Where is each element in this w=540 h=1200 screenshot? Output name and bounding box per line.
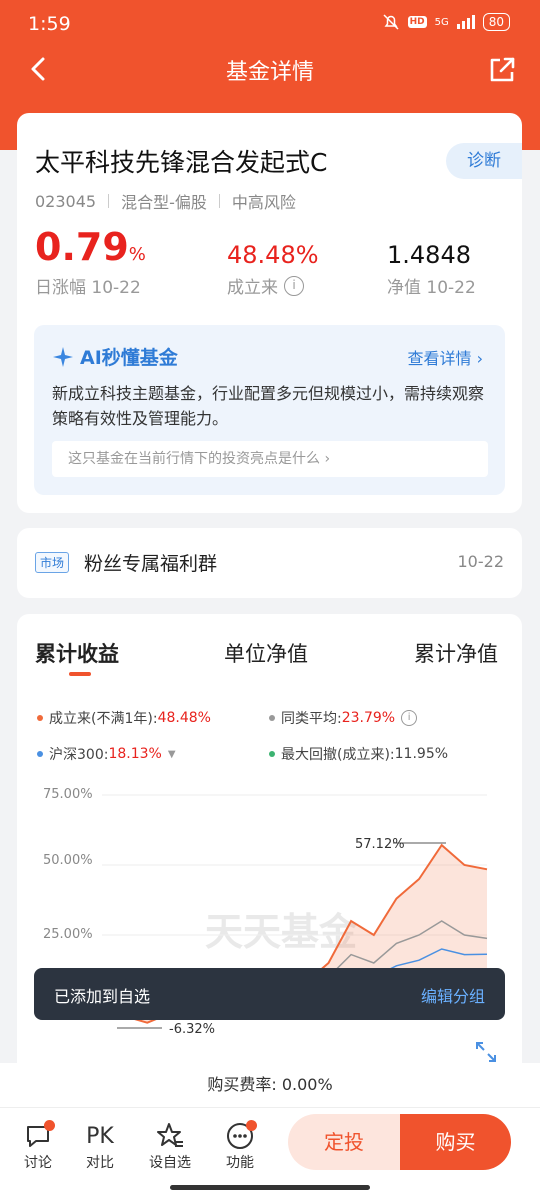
info-icon[interactable]: i bbox=[401, 710, 418, 726]
ai-detail-text: 查看详情 bbox=[407, 349, 472, 368]
market-tag: 市场 bbox=[35, 552, 70, 573]
tab-unit-nav[interactable]: 单位净值 bbox=[224, 638, 308, 668]
sip-button[interactable]: 定投 bbox=[288, 1114, 400, 1170]
legend-peer: 同类平均: 23.79% i bbox=[269, 708, 418, 728]
features-button[interactable]: 功能 bbox=[210, 1120, 270, 1172]
legend-dot bbox=[37, 751, 43, 757]
toast-text: 已添加到自选 bbox=[54, 987, 151, 1006]
notification-dot bbox=[44, 1120, 55, 1131]
nav-bar: 基金详情 bbox=[0, 50, 540, 90]
daily-change-unit: % bbox=[128, 244, 146, 265]
group-card[interactable]: 市场 粉丝专属福利群 10-22 bbox=[17, 528, 522, 598]
star-icon-wrap bbox=[140, 1120, 200, 1152]
return-chart[interactable]: 天天基金 57.12% -6.32% bbox=[17, 780, 522, 1063]
discuss-button[interactable]: 讨论 bbox=[8, 1120, 68, 1172]
sparkle-icon bbox=[53, 346, 73, 367]
ai-summary-box: AI秒懂基金 查看详情 › 新成立科技主题基金，行业配置多元但规模过小，需持续观… bbox=[34, 325, 505, 495]
tab-cumulative-nav[interactable]: 累计净值 bbox=[414, 638, 498, 668]
page-title: 基金详情 bbox=[225, 60, 314, 85]
chevron-right-icon: › bbox=[324, 451, 331, 467]
nav-value: 1.4848 bbox=[387, 241, 471, 269]
diagnose-button[interactable]: 诊断 bbox=[446, 143, 522, 179]
discuss-icon-wrap bbox=[8, 1120, 68, 1152]
status-icons: HD 5G 80 bbox=[382, 13, 510, 31]
legend-fund: 成立来(不满1年): 48.48% bbox=[37, 708, 211, 728]
status-time: 1:59 bbox=[28, 13, 71, 35]
home-indicator[interactable] bbox=[170, 1185, 370, 1190]
legend-peer-value: 23.79% bbox=[341, 710, 396, 726]
legend-peer-label: 同类平均: bbox=[281, 711, 342, 727]
fund-summary-card: 太平科技先锋混合发起式C 诊断 023045 混合型-偏股 中高风险 0.79%… bbox=[17, 113, 522, 513]
legend-index-value: 18.13% bbox=[108, 746, 162, 762]
group-title: 粉丝专属福利群 bbox=[84, 553, 218, 575]
discuss-label: 讨论 bbox=[24, 1155, 52, 1171]
min-annotation: -6.32% bbox=[169, 1022, 215, 1037]
buy-button[interactable]: 购买 bbox=[400, 1114, 511, 1170]
legend-fund-value: 48.48% bbox=[157, 710, 211, 726]
compare-label: 对比 bbox=[86, 1155, 114, 1171]
legend-index-label: 沪深300: bbox=[49, 747, 109, 763]
expand-icon[interactable] bbox=[474, 1040, 498, 1064]
fund-code: 023045 bbox=[35, 191, 97, 211]
star-icon bbox=[157, 1123, 183, 1147]
notification-dot bbox=[246, 1120, 257, 1131]
daily-change-label: 日涨幅 10-22 bbox=[35, 278, 141, 298]
ai-title: AI秒懂基金 bbox=[80, 347, 178, 369]
legend-dot bbox=[269, 715, 275, 721]
since-inception-label-row: 成立来 i bbox=[227, 273, 319, 298]
nav-stat: 1.4848 净值 10-22 bbox=[387, 241, 476, 298]
since-inception-value: 48.48% bbox=[227, 241, 319, 269]
more-icon-wrap bbox=[210, 1120, 270, 1152]
info-icon[interactable]: i bbox=[284, 275, 304, 296]
network-label: 5G bbox=[434, 16, 449, 28]
add-favorite-button[interactable]: 设自选 bbox=[140, 1120, 200, 1172]
nav-label: 净值 10-22 bbox=[387, 278, 476, 298]
legend-index[interactable]: 沪深300: 18.13% ▼ bbox=[37, 744, 176, 764]
fund-name: 太平科技先锋混合发起式C bbox=[35, 148, 328, 177]
ai-question-text: 这只基金在当前行情下的投资亮点是什么 bbox=[68, 451, 320, 467]
caret-down-icon: ▼ bbox=[167, 748, 176, 760]
pk-icon-text: PK bbox=[86, 1123, 114, 1149]
legend-dot bbox=[269, 751, 275, 757]
daily-change-stat: 0.79% 日涨幅 10-22 bbox=[35, 225, 146, 298]
group-date: 10-22 bbox=[457, 552, 505, 571]
edit-group-link[interactable]: 编辑分组 bbox=[421, 983, 485, 1007]
fund-risk: 中高风险 bbox=[231, 193, 296, 212]
purchase-fee: 购买费率: 0.00% bbox=[0, 1063, 540, 1107]
divider bbox=[108, 194, 110, 208]
toast: 已添加到自选 编辑分组 bbox=[34, 968, 505, 1020]
add-favorite-label: 设自选 bbox=[149, 1155, 191, 1171]
daily-change-number: 0.79 bbox=[35, 225, 129, 269]
share-icon[interactable] bbox=[486, 54, 518, 86]
hd-badge: HD bbox=[407, 16, 427, 28]
ai-detail-link[interactable]: 查看详情 › bbox=[407, 345, 483, 369]
tab-cumulative-return[interactable]: 累计收益 bbox=[35, 638, 119, 668]
legend-dot bbox=[37, 715, 43, 721]
legend-drawdown-label: 最大回撤(成立来): bbox=[281, 747, 395, 763]
signal-icon bbox=[456, 15, 475, 29]
fund-meta: 023045 混合型-偏股 中高风险 bbox=[35, 189, 296, 213]
mute-bell-icon bbox=[383, 14, 399, 30]
ai-title-row: AI秒懂基金 bbox=[52, 343, 178, 370]
legend-drawdown: 最大回撤(成立来): 11.95% bbox=[269, 744, 448, 764]
chevron-right-icon: › bbox=[476, 349, 483, 368]
status-bar: 1:59 HD 5G 80 bbox=[0, 0, 540, 50]
divider bbox=[218, 194, 220, 208]
since-inception-label: 成立来 bbox=[227, 278, 278, 298]
legend-drawdown-value: 11.95% bbox=[394, 746, 449, 762]
max-annotation: 57.12% bbox=[355, 837, 405, 852]
since-inception-stat: 48.48% 成立来 i bbox=[227, 241, 319, 298]
daily-change-value: 0.79% bbox=[35, 225, 146, 269]
ai-question-chip[interactable]: 这只基金在当前行情下的投资亮点是什么 › bbox=[52, 441, 488, 477]
active-tab-indicator bbox=[69, 672, 91, 676]
legend-fund-label: 成立来(不满1年): bbox=[49, 711, 158, 727]
watermark-text: 天天基金 bbox=[205, 910, 358, 954]
fund-type: 混合型-偏股 bbox=[121, 193, 207, 212]
pk-icon: PK bbox=[70, 1120, 130, 1152]
battery-icon: 80 bbox=[482, 13, 510, 31]
ai-summary-text: 新成立科技主题基金，行业配置多元但规模过小，需持续观察策略有效性及管理能力。 bbox=[52, 384, 485, 428]
features-label: 功能 bbox=[226, 1155, 254, 1171]
compare-button[interactable]: PK 对比 bbox=[70, 1120, 130, 1172]
